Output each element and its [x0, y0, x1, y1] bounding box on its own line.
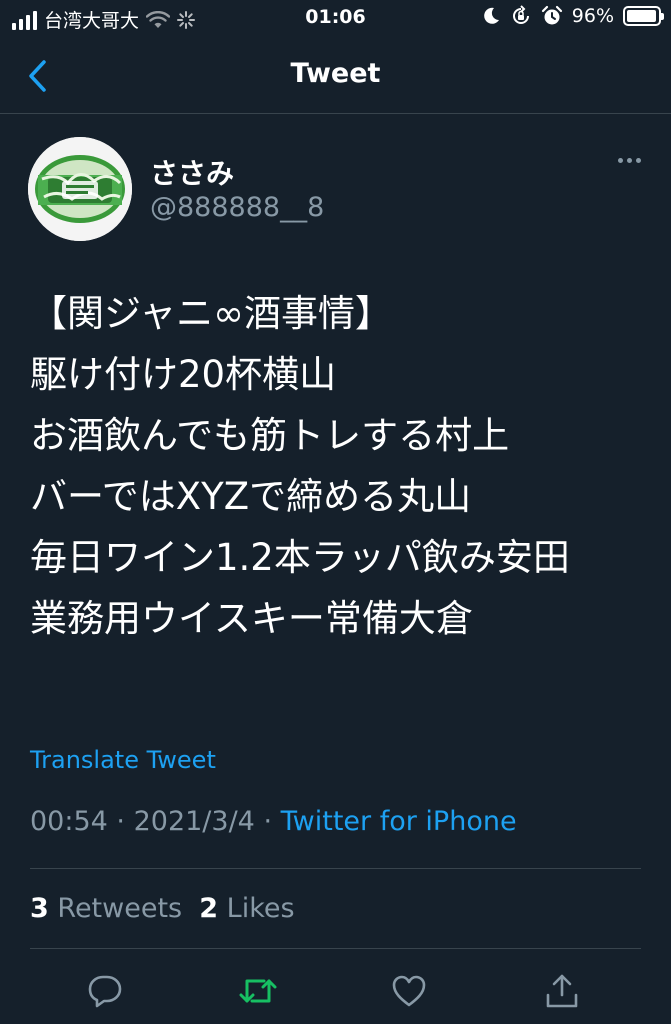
divider [30, 948, 641, 949]
reply-icon [88, 975, 122, 1008]
author-handle[interactable]: @888888__8 [150, 192, 324, 223]
tweet-stats: 3 Retweets 2 Likes [30, 893, 295, 924]
translate-tweet-link[interactable]: Translate Tweet [30, 746, 216, 774]
share-button[interactable] [537, 966, 587, 1016]
likes-label: Likes [226, 893, 295, 924]
author-display-name[interactable]: ささみ [150, 152, 234, 192]
battery-icon [623, 6, 664, 26]
divider [30, 868, 641, 869]
moon-icon [483, 7, 499, 24]
tweet-source-link[interactable]: Twitter for iPhone [281, 806, 517, 837]
page-title: Tweet [290, 58, 381, 89]
dot-icon [618, 158, 623, 163]
more-options-button[interactable] [618, 158, 641, 163]
canned-food-avatar-image [28, 137, 132, 241]
retweet-icon [239, 979, 277, 1003]
like-button[interactable] [384, 966, 434, 1016]
alarm-icon [541, 5, 562, 25]
avatar[interactable] [28, 137, 132, 241]
tweet-actions [0, 966, 671, 1016]
retweets-stat[interactable]: 3 Retweets [30, 893, 182, 924]
status-bar: 台湾大哥大 01:06 96% [0, 0, 671, 38]
retweets-label: Retweets [57, 893, 183, 924]
tweet-meta: 00:54 · 2021/3/4 · Twitter for iPhone [30, 806, 517, 837]
retweet-button[interactable] [233, 966, 283, 1016]
likes-count: 2 [199, 893, 219, 924]
tweet-time: 00:54 [30, 806, 108, 837]
likes-stat[interactable]: 2 Likes [199, 893, 294, 924]
battery-percent: 96% [571, 5, 614, 27]
like-icon [392, 975, 426, 1007]
retweets-count: 3 [30, 893, 49, 924]
tweet-date: 2021/3/4 [133, 806, 255, 837]
status-right: 96% [481, 5, 664, 27]
dot-icon [636, 158, 641, 163]
tweet-text: 【関ジャニ∞酒事情】 駆け付け20杯横山 お酒飲んでも筋トレする村上 バーではX… [30, 292, 570, 640]
meta-separator: · [263, 806, 273, 837]
share-icon [546, 974, 578, 1008]
dot-icon [627, 158, 632, 163]
nav-bar: Tweet [0, 38, 671, 114]
orientation-lock-icon [512, 5, 529, 24]
reply-button[interactable] [80, 966, 130, 1016]
meta-separator: · [116, 806, 125, 837]
